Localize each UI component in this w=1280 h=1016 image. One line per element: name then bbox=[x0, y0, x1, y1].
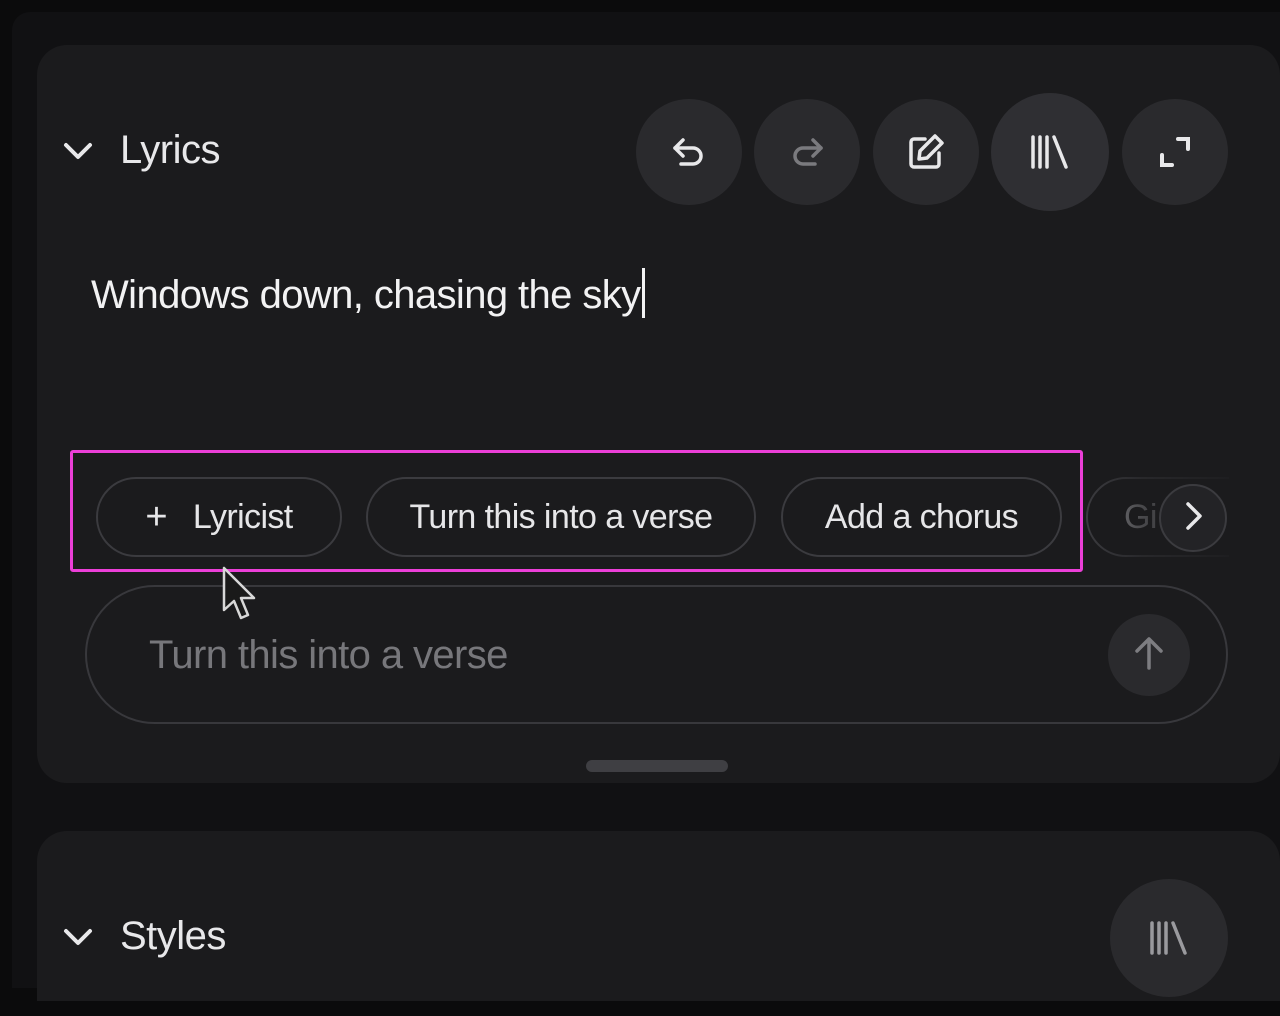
chip-add-chorus[interactable]: Add a chorus bbox=[781, 477, 1062, 557]
chevron-down-icon[interactable] bbox=[62, 921, 94, 953]
send-button[interactable] bbox=[1108, 614, 1190, 696]
styles-header[interactable]: Styles bbox=[62, 914, 226, 959]
chip-label: Lyricist bbox=[192, 497, 293, 536]
expand-icon bbox=[1158, 135, 1192, 169]
library-icon bbox=[1029, 134, 1071, 170]
expand-button[interactable] bbox=[1122, 99, 1228, 205]
redo-icon bbox=[787, 132, 827, 172]
library-icon bbox=[1148, 920, 1190, 956]
chevron-down-icon[interactable] bbox=[62, 135, 94, 167]
undo-icon bbox=[669, 132, 709, 172]
lyrics-editor[interactable]: Windows down, chasing the sky bbox=[91, 268, 645, 318]
plus-icon: + bbox=[145, 495, 167, 538]
styles-library-button[interactable] bbox=[1110, 879, 1228, 997]
edit-button[interactable] bbox=[873, 99, 979, 205]
edit-icon bbox=[905, 131, 947, 173]
library-button[interactable] bbox=[991, 93, 1109, 211]
redo-button[interactable] bbox=[754, 99, 860, 205]
arrow-up-icon bbox=[1131, 634, 1167, 677]
chips-next-button[interactable] bbox=[1159, 484, 1227, 552]
suggestion-chips: + Lyricist Turn this into a verse Add a … bbox=[86, 477, 1229, 560]
prompt-field[interactable] bbox=[85, 585, 1228, 724]
text-caret bbox=[641, 268, 645, 318]
chevron-right-icon bbox=[1179, 500, 1207, 537]
chip-turn-into-verse[interactable]: Turn this into a verse bbox=[366, 477, 756, 557]
lyrics-header[interactable]: Lyrics bbox=[62, 128, 220, 173]
prompt-input[interactable] bbox=[147, 587, 1091, 724]
chip-lyricist[interactable]: + Lyricist bbox=[96, 477, 342, 557]
undo-button[interactable] bbox=[636, 99, 742, 205]
drag-handle[interactable] bbox=[586, 760, 728, 772]
chip-label: Add a chorus bbox=[824, 497, 1019, 536]
lyrics-title: Lyrics bbox=[120, 128, 220, 172]
chip-label: Gi bbox=[1124, 497, 1157, 536]
styles-title: Styles bbox=[120, 914, 226, 958]
lyrics-content: Windows down, chasing the sky bbox=[91, 273, 641, 317]
chip-label: Turn this into a verse bbox=[409, 497, 713, 536]
